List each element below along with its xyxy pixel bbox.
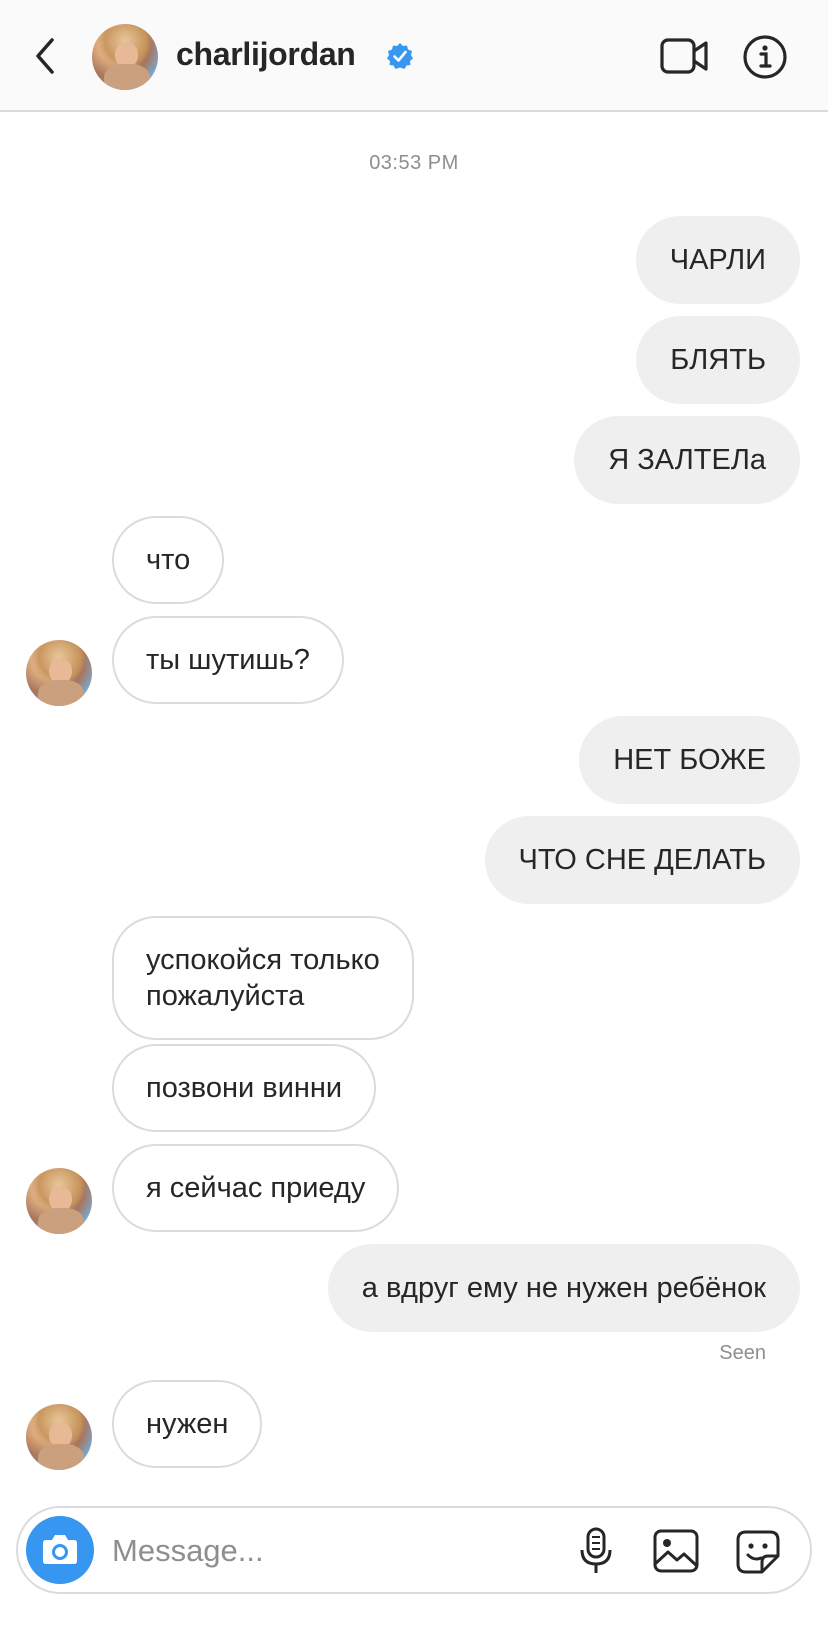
camera-icon bbox=[43, 1535, 77, 1564]
incoming-message[interactable]: успокойся только пожалуйста bbox=[112, 916, 414, 1040]
message-avatar[interactable] bbox=[26, 1168, 92, 1234]
voice-message-button[interactable] bbox=[578, 1526, 614, 1576]
chevron-left-icon bbox=[36, 38, 54, 74]
gallery-button[interactable] bbox=[652, 1528, 700, 1574]
outgoing-message[interactable]: Я ЗАЛТЕЛа bbox=[574, 416, 800, 504]
message-input[interactable] bbox=[110, 1526, 534, 1576]
verified-badge-icon bbox=[387, 43, 413, 69]
sticker-button[interactable] bbox=[734, 1528, 782, 1576]
message-avatar[interactable] bbox=[26, 640, 92, 706]
info-button[interactable] bbox=[742, 34, 788, 80]
incoming-message[interactable]: что bbox=[112, 516, 225, 604]
incoming-message[interactable]: ты шутишь? bbox=[112, 616, 344, 704]
seen-indicator: Seen bbox=[719, 1342, 766, 1364]
outgoing-message[interactable]: а вдруг ему не нужен ребёнок bbox=[327, 1244, 800, 1332]
incoming-message[interactable]: я сейчас приеду bbox=[112, 1144, 400, 1232]
back-button[interactable] bbox=[28, 34, 64, 78]
gallery-icon bbox=[653, 1529, 699, 1573]
message-composer bbox=[16, 1506, 812, 1594]
incoming-message[interactable]: нужен bbox=[112, 1380, 263, 1468]
chat-timestamp: 03:53 PM bbox=[369, 152, 459, 174]
chat-header: charlijordan bbox=[0, 0, 828, 112]
outgoing-message[interactable]: НЕТ БОЖЕ bbox=[579, 716, 800, 804]
contact-avatar[interactable] bbox=[92, 24, 158, 90]
outgoing-message[interactable]: БЛЯТЬ bbox=[636, 316, 800, 404]
outgoing-message[interactable]: ЧАРЛИ bbox=[635, 216, 800, 304]
incoming-message[interactable]: позвони винни bbox=[112, 1044, 377, 1132]
video-call-button[interactable] bbox=[660, 36, 710, 76]
sticker-icon bbox=[736, 1530, 780, 1574]
camera-button[interactable] bbox=[26, 1516, 94, 1584]
video-call-icon bbox=[660, 38, 708, 74]
info-icon bbox=[743, 35, 787, 79]
contact-username[interactable]: charlijordan bbox=[176, 36, 356, 73]
message-avatar[interactable] bbox=[26, 1404, 92, 1470]
microphone-icon bbox=[580, 1527, 612, 1573]
outgoing-message[interactable]: ЧТО СНЕ ДЕЛАТЬ bbox=[484, 816, 800, 904]
